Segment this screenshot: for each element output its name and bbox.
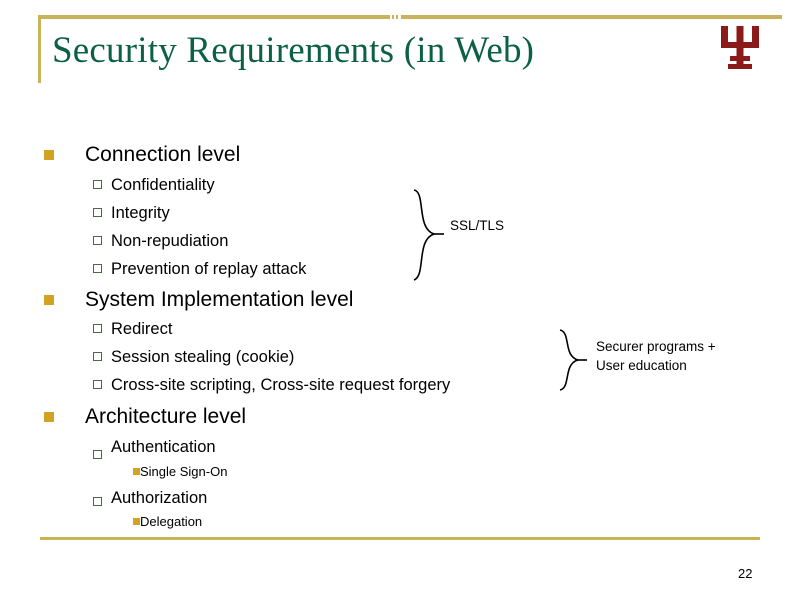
list-item: Cross-site scripting, Cross-site request… bbox=[111, 376, 451, 394]
section-heading-architecture-level: Architecture level bbox=[85, 405, 247, 428]
list-item: Prevention of replay attack bbox=[111, 260, 307, 278]
title-top-rule bbox=[38, 15, 782, 19]
brace-connector-securer bbox=[559, 329, 587, 391]
list-item: Redirect bbox=[111, 320, 173, 338]
bullet-marker-level2 bbox=[93, 380, 102, 389]
page-title: Security Requirements (in Web) bbox=[52, 30, 535, 71]
title-rule-dot bbox=[396, 15, 398, 19]
section-heading-system-implementation-level: System Implementation level bbox=[85, 288, 354, 311]
bullet-marker-level2 bbox=[93, 236, 102, 245]
annotation-ssl-tls: SSL/TLS bbox=[450, 218, 505, 233]
list-item: Single Sign-On bbox=[140, 464, 228, 479]
bullet-marker-level1 bbox=[44, 150, 54, 160]
bullet-marker-level2 bbox=[93, 352, 102, 361]
brace-connector-ssl bbox=[413, 189, 444, 281]
footer-rule bbox=[40, 537, 760, 540]
bullet-marker-level2 bbox=[93, 208, 102, 217]
bullet-marker-level3 bbox=[133, 518, 140, 525]
bullet-marker-level2 bbox=[93, 497, 102, 506]
annotation-securer-line-1: Securer programs + bbox=[596, 339, 716, 354]
bullet-marker-level2 bbox=[93, 324, 102, 333]
slide-canvas: Security Requirements (in Web) Connectio… bbox=[0, 0, 800, 600]
list-item: Authentication bbox=[111, 438, 216, 456]
page-number: 22 bbox=[738, 566, 753, 581]
list-item: Confidentiality bbox=[111, 176, 215, 194]
section-heading-connection-level: Connection level bbox=[85, 143, 241, 166]
iu-trident-logo bbox=[721, 26, 759, 69]
bullet-marker-level2 bbox=[93, 180, 102, 189]
bullet-marker-level3 bbox=[133, 468, 140, 475]
list-item: Non-repudiation bbox=[111, 232, 229, 250]
list-item: Session stealing (cookie) bbox=[111, 348, 295, 366]
list-item: Delegation bbox=[140, 514, 203, 529]
bullet-marker-level1 bbox=[44, 412, 54, 422]
list-item: Authorization bbox=[111, 489, 208, 507]
annotation-securer-line-2: User education bbox=[596, 358, 687, 373]
bullet-marker-level2 bbox=[93, 450, 102, 459]
bullet-marker-level1 bbox=[44, 295, 54, 305]
list-item: Integrity bbox=[111, 204, 170, 222]
title-left-accent-bar bbox=[38, 15, 41, 83]
title-rule-dot bbox=[392, 15, 394, 19]
bullet-marker-level2 bbox=[93, 264, 102, 273]
annotation-securer-programs: Securer programs + User education bbox=[596, 337, 771, 375]
